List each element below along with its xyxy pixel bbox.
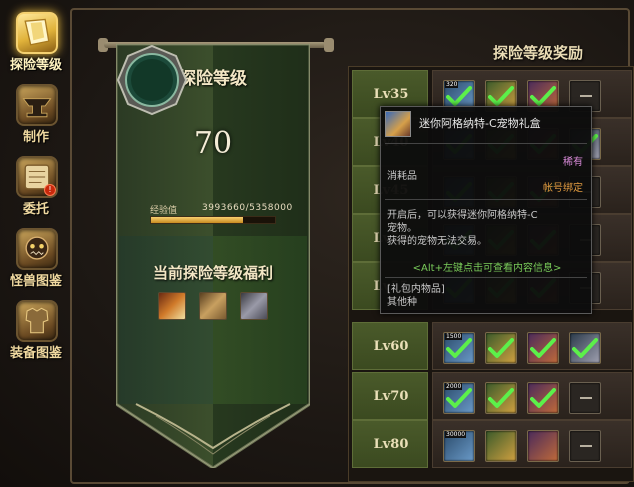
nav-commission[interactable]: ! 委托	[4, 152, 68, 222]
nav-label: 探险等级	[9, 58, 62, 73]
exp-label: 经验值	[150, 206, 178, 216]
desc-line: 获得的宠物无法交易。	[387, 236, 487, 247]
level-banner: 探险等级 70 经验值 3993660/5358000 当前探险等级福利	[116, 44, 310, 468]
checkmark-icon	[446, 388, 472, 408]
divider	[385, 199, 587, 200]
reward-item-slot[interactable]	[527, 382, 559, 414]
divider	[385, 277, 587, 278]
checkmark-icon	[488, 388, 514, 408]
reward-item-slot[interactable]	[485, 382, 517, 414]
alert-icon: !	[44, 184, 56, 196]
reward-item-slot[interactable]	[485, 430, 517, 462]
pet-icon[interactable]	[240, 292, 268, 320]
nav-label: 怪兽图鉴	[9, 274, 62, 289]
exp-bar-fill	[151, 217, 244, 223]
reward-items: 2000	[432, 372, 632, 420]
desc-line: 开启后，可以获得迷你阿格纳特-C	[387, 210, 538, 221]
exp-bar	[150, 216, 276, 224]
side-nav: 探险等级 制作 ! 委托 怪兽图鉴 装备图鉴	[0, 0, 72, 487]
nav-crafting[interactable]: 制作	[4, 80, 68, 150]
tooltip-hint: <Alt+左键点击可查看内容信息>	[412, 263, 562, 274]
tooltip-bind: 帐号绑定	[543, 183, 583, 194]
dash-icon	[580, 95, 592, 97]
monster-icon	[16, 228, 58, 270]
checkmark-icon	[446, 338, 472, 358]
contents-value: 其他种	[387, 297, 417, 308]
reward-row: Lv80 30000	[352, 420, 632, 468]
tooltip-contents: [礼包内物品] 其他种	[387, 283, 445, 309]
nav-label: 制作	[22, 130, 49, 145]
reward-item-slot[interactable]	[569, 332, 601, 364]
nav-label: 装备图鉴	[9, 346, 62, 361]
level-cell: Lv60	[352, 322, 428, 370]
checkmark-icon	[530, 86, 556, 106]
reward-items: 30000	[432, 420, 632, 468]
exp-value: 3993660/5358000	[202, 203, 293, 213]
armor-icon	[16, 300, 58, 342]
rewards-title: 探险等级奖励	[492, 44, 583, 62]
reward-item-slot[interactable]: 30000	[443, 430, 475, 462]
reward-level: Lv80	[373, 437, 409, 452]
checkmark-icon	[572, 338, 598, 358]
divider	[385, 143, 587, 144]
level-number: 70	[193, 126, 233, 161]
flag-icon	[16, 12, 58, 54]
rod-end	[324, 38, 334, 52]
reward-row: Lv60 1500	[352, 322, 632, 370]
reward-item-slot[interactable]	[527, 332, 559, 364]
checkmark-icon	[530, 338, 556, 358]
nav-monster-codex[interactable]: 怪兽图鉴	[4, 224, 68, 294]
checkmark-icon	[530, 388, 556, 408]
tooltip-description: 开启后，可以获得迷你阿格纳特-C 宠物。 获得的宠物无法交易。	[387, 209, 585, 248]
reward-level: Lv70	[373, 389, 409, 404]
reward-item-slot[interactable]: 2000	[443, 382, 475, 414]
checkmark-icon	[488, 86, 514, 106]
reward-items: 1500	[432, 322, 632, 370]
reward-item-slot[interactable]: 1500	[443, 332, 475, 364]
dash-icon	[580, 445, 592, 447]
tooltip-type: 消耗品	[387, 171, 417, 182]
empty-reward-slot[interactable]	[569, 430, 601, 462]
level-cell: Lv80	[352, 420, 428, 468]
reward-level: Lv60	[373, 339, 409, 354]
dash-icon	[580, 397, 592, 399]
item-quantity: 30000	[445, 431, 467, 438]
contents-label: [礼包内物品]	[387, 284, 445, 295]
checkmark-icon	[446, 86, 472, 106]
nav-label: 委托	[22, 202, 49, 217]
desc-line: 宠物。	[387, 223, 417, 234]
benefit-title: 当前探险等级福利	[152, 264, 273, 282]
tooltip-rarity: 稀有	[563, 157, 583, 168]
reward-item-slot[interactable]	[527, 430, 559, 462]
item-tooltip: 迷你阿格纳特-C宠物礼盒 稀有 消耗品 帐号绑定 开启后，可以获得迷你阿格纳特-…	[380, 106, 592, 314]
sword-icon[interactable]	[158, 292, 186, 320]
map-icon[interactable]	[199, 292, 227, 320]
reward-row: Lv70 2000	[352, 372, 632, 420]
tooltip-item-name: 迷你阿格纳特-C宠物礼盒	[419, 117, 541, 130]
level-emblem	[116, 44, 188, 116]
anvil-icon	[16, 84, 58, 126]
nav-adventure-level[interactable]: 探险等级	[4, 8, 68, 78]
level-cell: Lv70	[352, 372, 428, 420]
checkmark-icon	[488, 338, 514, 358]
empty-reward-slot[interactable]	[569, 382, 601, 414]
gift-box-icon	[385, 111, 411, 137]
reward-level: Lv35	[373, 87, 409, 102]
nav-equipment-codex[interactable]: 装备图鉴	[4, 296, 68, 366]
reward-item-slot[interactable]	[485, 332, 517, 364]
